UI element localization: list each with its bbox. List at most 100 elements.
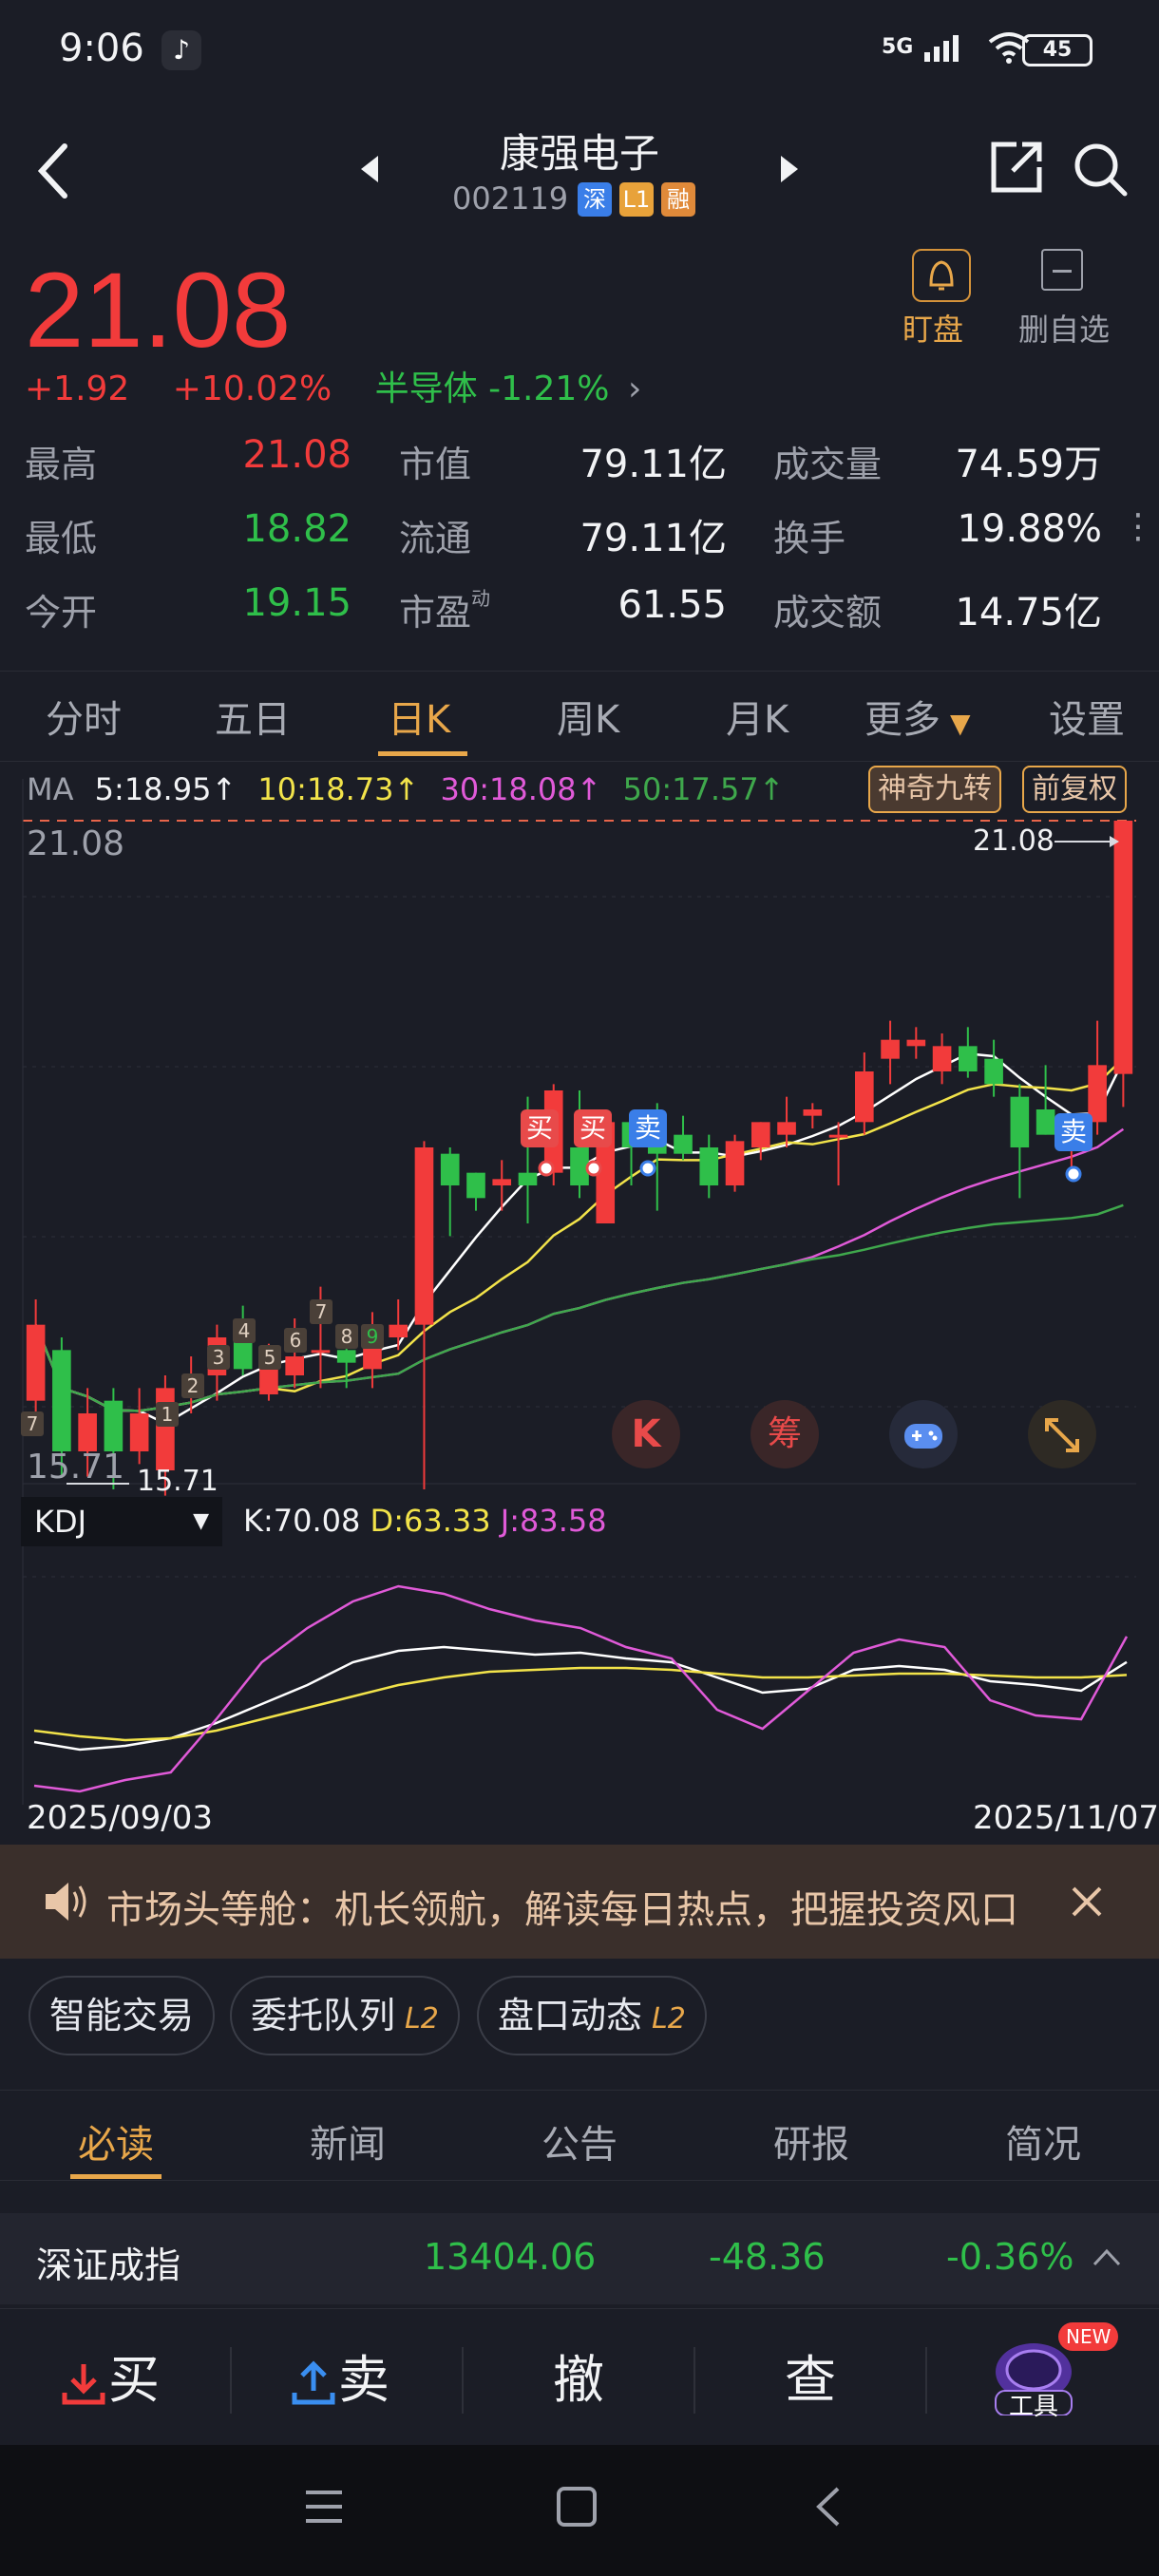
candle-body xyxy=(855,1071,874,1123)
back-nav-icon[interactable] xyxy=(811,2485,846,2529)
signal-dot xyxy=(538,1160,555,1177)
new-badge: NEW xyxy=(1058,2322,1119,2351)
index-ticker[interactable]: 深证成指 13404.06 -48.36 -0.36% xyxy=(0,2213,1159,2304)
nine-turn-label: 9 xyxy=(367,1325,379,1348)
trade-bar: 买 卖 撤 查 工具 NEW xyxy=(0,2308,1159,2441)
stock-code: 002119 xyxy=(452,180,569,217)
info-tabs: 必读 新闻 公告 研报 简况 xyxy=(0,2090,1159,2181)
stat-marketcap-value: 79.11亿 xyxy=(580,443,727,486)
candle-body xyxy=(389,1324,408,1337)
signal-dot xyxy=(585,1160,602,1177)
status-time: 9:06 xyxy=(59,27,144,70)
back-icon[interactable] xyxy=(34,141,72,201)
candle-body xyxy=(156,1388,175,1470)
candle-body xyxy=(777,1122,796,1135)
sell-signal[interactable]: 卖 xyxy=(629,1109,667,1147)
kdj-values: K:70.08 D:63.33 J:83.58 xyxy=(243,1503,607,1539)
battery-icon: 45 xyxy=(1022,34,1092,66)
index-value: 13404.06 xyxy=(424,2236,597,2278)
sell-button[interactable]: 卖 xyxy=(289,2338,390,2413)
tab-intraday[interactable]: 分时 xyxy=(46,689,122,744)
stat-float-label: 流通 xyxy=(399,518,472,559)
gamepad-icon[interactable] xyxy=(889,1400,958,1468)
active-tab-indicator xyxy=(378,751,467,756)
candle-body xyxy=(1036,1109,1055,1135)
candle-body xyxy=(78,1413,97,1451)
order-queue-button[interactable]: 委托队列 L2 xyxy=(230,1976,460,2055)
tab-weekly-k[interactable]: 周K xyxy=(557,689,619,744)
tab-news[interactable]: 新闻 xyxy=(272,2113,424,2169)
tab-settings[interactable]: 设置 xyxy=(1049,689,1125,744)
tab-profile[interactable]: 简况 xyxy=(967,2113,1119,2169)
candle-body xyxy=(1088,1065,1107,1123)
nine-turn-label: 4 xyxy=(238,1319,251,1342)
tab-monthly-k[interactable]: 月K xyxy=(726,689,788,744)
share-icon[interactable] xyxy=(988,139,1045,196)
candle-body xyxy=(285,1356,304,1375)
sell-signal[interactable]: 卖 xyxy=(1054,1113,1092,1151)
indicator-select[interactable]: KDJ ▼ xyxy=(21,1497,222,1546)
expand-icon[interactable] xyxy=(1028,1400,1096,1468)
remove-favorite-button[interactable]: 删自选 xyxy=(1018,306,1110,350)
search-icon[interactable] xyxy=(1070,139,1130,199)
signal-icon: 5G xyxy=(882,28,1033,66)
stat-amount-label: 成交额 xyxy=(773,592,883,634)
cancel-order-button[interactable]: 撤 xyxy=(553,2338,604,2413)
price-change-pct: +10.02% xyxy=(172,369,332,408)
index-name: 深证成指 xyxy=(36,2245,181,2286)
chart-low-price-label: 15.71 xyxy=(137,1465,218,1498)
watch-button[interactable]: 盯盘 xyxy=(902,306,963,350)
k-tool-button[interactable]: K xyxy=(612,1400,680,1468)
market-tag: 深 xyxy=(578,182,612,217)
stat-marketcap-label: 市值 xyxy=(399,444,472,485)
menu-icon[interactable] xyxy=(302,2485,346,2529)
tab-announcements[interactable]: 公告 xyxy=(504,2113,656,2169)
tab-research[interactable]: 研报 xyxy=(735,2113,887,2169)
chips-tool-button[interactable]: 筹 xyxy=(750,1400,819,1468)
margin-tag: 融 xyxy=(661,182,695,217)
system-nav-bar xyxy=(0,2445,1159,2576)
candle-body xyxy=(440,1153,460,1185)
chevron-right-icon[interactable]: › xyxy=(628,369,641,408)
tab-more[interactable]: 更多 ▼ xyxy=(864,689,971,744)
candle-body xyxy=(1113,821,1133,1074)
tab-daily-k[interactable]: 日K xyxy=(388,689,450,744)
stat-float-value: 79.11亿 xyxy=(580,517,727,560)
candle-body xyxy=(26,1324,46,1401)
candle-body xyxy=(674,1134,693,1154)
chevron-up-icon[interactable] xyxy=(1091,2245,1123,2268)
more-stats-icon[interactable]: ⋮ xyxy=(1121,507,1155,546)
buy-button[interactable]: 买 xyxy=(59,2338,160,2413)
tab-must-read[interactable]: 必读 xyxy=(40,2113,192,2169)
order-book-button[interactable]: 盘口动态 L2 xyxy=(477,1976,707,2055)
buy-signal[interactable]: 买 xyxy=(574,1109,612,1147)
change-row: +1.92 +10.02% 半导体 -1.21% › xyxy=(25,361,641,410)
stat-low-value: 18.82 xyxy=(242,507,352,551)
candle-body xyxy=(725,1141,745,1185)
stat-turnover-value: 19.88% xyxy=(957,507,1102,551)
promo-banner[interactable]: 市场头等舱：机长领航，解读每日热点，把握投资风口 xyxy=(0,1845,1159,1959)
nine-turn-label: 2 xyxy=(187,1374,200,1397)
home-icon[interactable] xyxy=(555,2485,598,2529)
stock-header: 康强电子 002119 深 L1 融 xyxy=(0,104,1159,237)
next-stock-icon[interactable] xyxy=(777,154,802,184)
kdj-j-line xyxy=(33,1584,1129,1793)
nine-turn-label: 6 xyxy=(290,1329,302,1352)
query-button[interactable]: 查 xyxy=(785,2338,836,2413)
nine-turn-label: 1 xyxy=(162,1403,174,1426)
bell-icon[interactable] xyxy=(912,249,971,302)
tab-five-day[interactable]: 五日 xyxy=(215,689,291,744)
kline-tabs: 分时 五日 日K 周K 月K 更多 ▼ 设置 xyxy=(0,671,1159,762)
stat-pe-value: 61.55 xyxy=(618,583,727,627)
stat-amount-value: 14.75亿 xyxy=(955,591,1102,635)
close-icon[interactable] xyxy=(1070,1885,1104,1919)
smart-trade-button[interactable]: 智能交易 xyxy=(28,1976,216,2055)
stat-open-value: 19.15 xyxy=(242,581,352,625)
kline-chart[interactable]: 7 12345678 9 xyxy=(0,760,1159,1843)
stat-high-value: 21.08 xyxy=(242,433,352,477)
buy-signal[interactable]: 买 xyxy=(521,1109,559,1147)
candle-body xyxy=(52,1350,71,1451)
sector-change[interactable]: 半导体 -1.21% xyxy=(375,369,610,408)
remove-favorite-icon[interactable] xyxy=(1041,249,1083,291)
signal-dot xyxy=(639,1160,656,1177)
